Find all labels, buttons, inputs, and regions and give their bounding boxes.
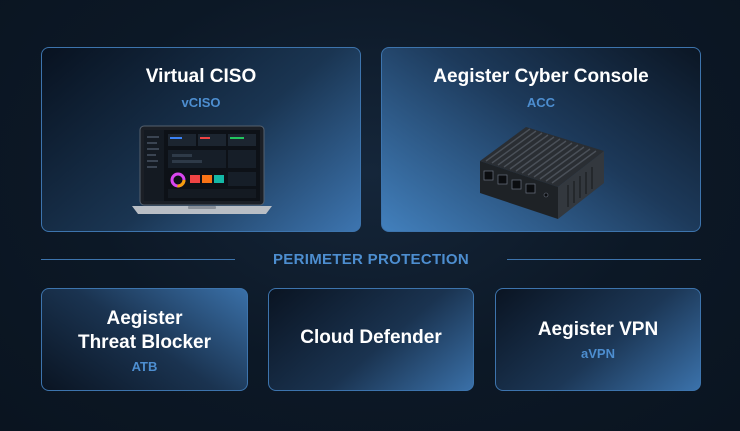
atb-title-line2: Threat Blocker <box>77 332 212 353</box>
divider-right <box>507 259 701 260</box>
vciso-subtitle: vCISO <box>181 95 221 110</box>
vpn-subtitle: aVPN <box>581 346 615 361</box>
atb-title: Aegister Threat Blocker <box>42 307 247 355</box>
acc-card[interactable]: Aegister Cyber Console ACC <box>381 47 701 232</box>
vpn-title: Aegister VPN <box>537 319 659 340</box>
vpn-card[interactable]: Aegister VPN aVPN <box>495 288 701 391</box>
cloud-defender-title: Cloud Defender <box>300 327 442 348</box>
vciso-title: Virtual CISO <box>145 66 257 87</box>
atb-subtitle: ATB <box>131 359 158 374</box>
mini-pc-appliance-icon <box>480 127 604 219</box>
vciso-card[interactable]: Virtual CISO vCISO <box>41 47 361 232</box>
divider-left <box>41 259 235 260</box>
laptop-dashboard-icon <box>132 125 272 214</box>
atb-title-line1: Aegister <box>106 308 183 329</box>
acc-subtitle: ACC <box>526 95 556 110</box>
cloud-defender-card[interactable]: Cloud Defender <box>268 288 474 391</box>
acc-title: Aegister Cyber Console <box>433 66 649 87</box>
section-title: PERIMETER PROTECTION <box>272 251 469 268</box>
atb-card[interactable]: Aegister Threat Blocker ATB <box>41 288 248 391</box>
